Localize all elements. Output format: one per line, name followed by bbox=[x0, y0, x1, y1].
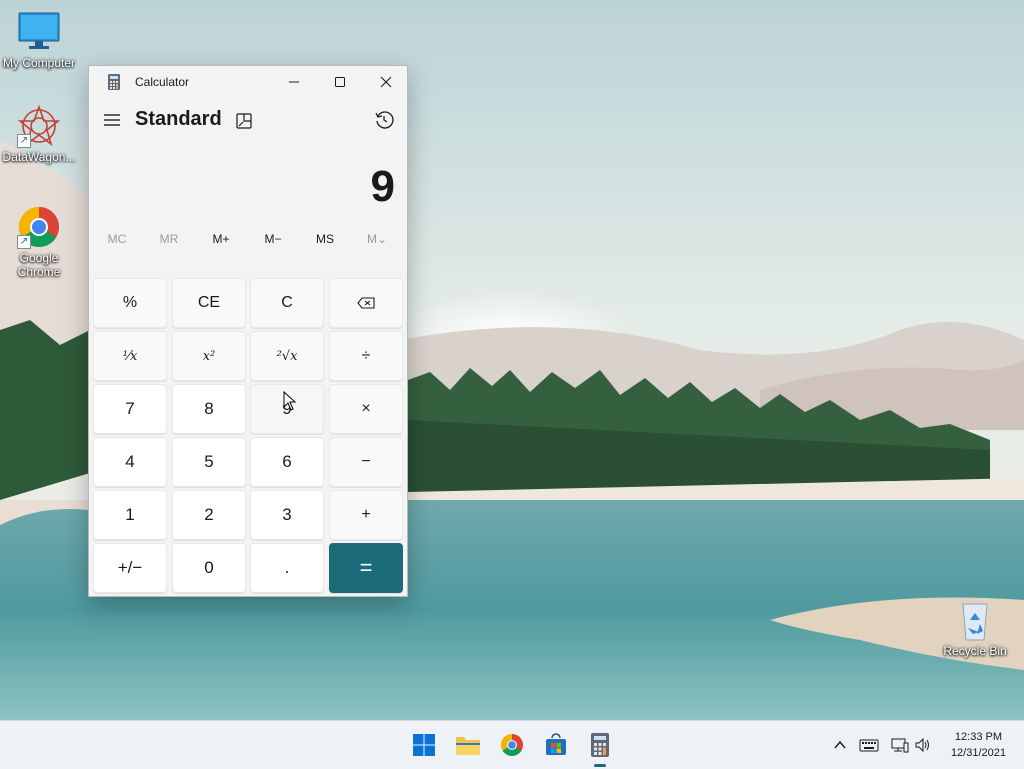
percent-button[interactable]: % bbox=[93, 278, 167, 328]
maximize-icon bbox=[335, 77, 345, 87]
square-root-button[interactable]: ²√x bbox=[250, 331, 324, 381]
network-button[interactable] bbox=[890, 735, 910, 755]
memory-add-button[interactable]: M+ bbox=[197, 232, 245, 246]
clear-entry-button[interactable]: CE bbox=[172, 278, 246, 328]
calculator-window: Calculator Standard 9 MC MR M+ M− MS M⌄ bbox=[88, 65, 408, 597]
chevron-up-icon bbox=[834, 740, 846, 749]
square-root-label: ²√x bbox=[276, 348, 298, 364]
reciprocal-label: ¹⁄x bbox=[122, 348, 138, 364]
digit-7-button[interactable]: 7 bbox=[93, 384, 167, 434]
chrome-icon: ↗ bbox=[17, 205, 61, 249]
taskbar: 12:33 PM 12/31/2021 bbox=[0, 720, 1024, 769]
file-explorer-button[interactable] bbox=[452, 729, 484, 761]
calculator-icon bbox=[591, 733, 609, 757]
memory-subtract-button[interactable]: M− bbox=[249, 232, 297, 246]
digit-0-button[interactable]: 0 bbox=[172, 543, 246, 593]
calculator-icon bbox=[107, 74, 121, 90]
add-button[interactable]: + bbox=[329, 490, 403, 540]
memory-list-button[interactable]: M⌄ bbox=[353, 232, 401, 246]
keyboard-icon bbox=[859, 739, 879, 752]
subtract-button[interactable]: − bbox=[329, 437, 403, 487]
chrome-icon bbox=[501, 734, 523, 756]
memory-store-button[interactable]: MS bbox=[301, 232, 349, 246]
show-hidden-icons-button[interactable] bbox=[832, 735, 848, 755]
calculator-display: 9 bbox=[89, 146, 407, 226]
desktop-icon-my-computer[interactable]: My Computer bbox=[1, 10, 77, 70]
desktop-icon-recycle-bin[interactable]: Recycle Bin bbox=[937, 598, 1013, 658]
desktop-icon-label: Recycle Bin bbox=[943, 644, 1007, 658]
volume-button[interactable] bbox=[914, 735, 932, 755]
minimize-icon bbox=[289, 81, 299, 83]
calculator-titlebar[interactable]: Calculator bbox=[89, 66, 407, 98]
close-button[interactable] bbox=[363, 66, 409, 98]
multiply-button[interactable]: × bbox=[329, 384, 403, 434]
display-value: 9 bbox=[370, 162, 395, 211]
backspace-icon bbox=[357, 297, 375, 309]
desktop-icon-label: My Computer bbox=[2, 56, 76, 70]
digit-3-button[interactable]: 3 bbox=[250, 490, 324, 540]
input-indicator[interactable] bbox=[859, 735, 879, 755]
desktop-icon-label: Google Chrome bbox=[17, 251, 61, 279]
monitor-icon bbox=[17, 10, 61, 54]
hamburger-menu-icon[interactable] bbox=[103, 112, 121, 128]
start-button[interactable] bbox=[408, 729, 440, 761]
desktop-icon-label: DataWagon... bbox=[2, 150, 76, 164]
store-button[interactable] bbox=[540, 729, 572, 761]
negate-button[interactable]: +/− bbox=[93, 543, 167, 593]
file-explorer-icon bbox=[456, 737, 480, 755]
volume-icon bbox=[915, 737, 929, 753]
minimize-button[interactable] bbox=[271, 66, 317, 98]
memory-recall-button[interactable]: MR bbox=[145, 232, 193, 246]
keep-on-top-icon[interactable] bbox=[235, 112, 253, 130]
digit-1-button[interactable]: 1 bbox=[93, 490, 167, 540]
reciprocal-button[interactable]: ¹⁄x bbox=[93, 331, 167, 381]
digit-6-button[interactable]: 6 bbox=[250, 437, 324, 487]
desktop-icon-google-chrome[interactable]: ↗ Google Chrome bbox=[1, 205, 77, 279]
history-icon[interactable] bbox=[374, 110, 394, 130]
digit-4-button[interactable]: 4 bbox=[93, 437, 167, 487]
clock-date: 12/31/2021 bbox=[950, 747, 1006, 759]
mouse-cursor-icon bbox=[283, 390, 297, 416]
start-icon bbox=[413, 734, 435, 756]
store-icon bbox=[546, 733, 566, 755]
equals-button[interactable]: = bbox=[329, 543, 403, 593]
clock-time: 12:33 PM bbox=[954, 731, 1003, 743]
backspace-button[interactable] bbox=[329, 278, 403, 328]
datawagon-icon: ↗ bbox=[17, 104, 61, 148]
mode-title: Standard bbox=[135, 108, 222, 130]
memory-clear-button[interactable]: MC bbox=[93, 232, 141, 246]
memory-bar: MC MR M+ M− MS M⌄ bbox=[89, 226, 407, 258]
digit-2-button[interactable]: 2 bbox=[172, 490, 246, 540]
network-icon bbox=[891, 738, 909, 753]
digit-8-button[interactable]: 8 bbox=[172, 384, 246, 434]
clear-button[interactable]: C bbox=[250, 278, 324, 328]
square-label: x² bbox=[202, 348, 216, 364]
shortcut-arrow-icon: ↗ bbox=[17, 235, 31, 249]
chrome-taskbar-button[interactable] bbox=[496, 729, 528, 761]
decimal-button[interactable]: . bbox=[250, 543, 324, 593]
window-title: Calculator bbox=[135, 75, 190, 89]
maximize-button[interactable] bbox=[317, 66, 363, 98]
digit-5-button[interactable]: 5 bbox=[172, 437, 246, 487]
calculator-taskbar-button[interactable] bbox=[584, 729, 616, 767]
close-icon bbox=[380, 76, 392, 88]
divide-button[interactable]: ÷ bbox=[329, 331, 403, 381]
shortcut-arrow-icon: ↗ bbox=[17, 134, 31, 148]
desktop-icon-datawagon[interactable]: ↗ DataWagon... bbox=[1, 104, 77, 164]
recycle-bin-icon bbox=[953, 598, 997, 642]
square-button[interactable]: x² bbox=[172, 331, 246, 381]
taskbar-clock[interactable]: 12:33 PM 12/31/2021 bbox=[951, 729, 1006, 761]
